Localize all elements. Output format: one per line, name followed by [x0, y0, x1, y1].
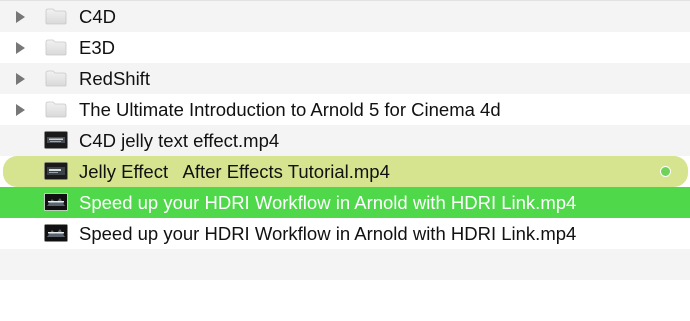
- disclosure-triangle-icon[interactable]: [16, 72, 25, 85]
- folder-icon: [45, 101, 67, 118]
- file-list: C4D E3D RedShift The Ultimate Introducti…: [0, 0, 690, 321]
- list-item-file[interactable]: C4D jelly text effect.mp4: [0, 125, 690, 156]
- video-thumbnail-icon: [44, 224, 68, 242]
- disclosure-triangle-icon[interactable]: [16, 41, 25, 54]
- folder-icon: [45, 8, 67, 25]
- file-name: Speed up your HDRI Workflow in Arnold wi…: [79, 192, 577, 213]
- file-name: RedShift: [79, 68, 150, 89]
- empty-row: [0, 280, 690, 311]
- file-name: E3D: [79, 37, 115, 58]
- list-item-file[interactable]: Speed up your HDRI Workflow in Arnold wi…: [0, 187, 690, 218]
- list-item-folder[interactable]: RedShift: [0, 63, 690, 94]
- video-thumbnail-icon: [44, 131, 68, 149]
- folder-icon: [45, 70, 67, 87]
- list-item-file[interactable]: Jelly Effect After Effects Tutorial.mp4: [3, 156, 688, 187]
- file-name: Jelly Effect After Effects Tutorial.mp4: [79, 161, 390, 182]
- folder-icon: [45, 39, 67, 56]
- file-name: The Ultimate Introduction to Arnold 5 fo…: [79, 99, 501, 120]
- file-name: Speed up your HDRI Workflow in Arnold wi…: [79, 223, 577, 244]
- list-item-folder[interactable]: C4D: [0, 1, 690, 32]
- empty-row: [0, 249, 690, 280]
- file-name: C4D jelly text effect.mp4: [79, 130, 280, 151]
- disclosure-triangle-icon[interactable]: [16, 103, 25, 116]
- list-item-folder[interactable]: E3D: [0, 32, 690, 63]
- video-thumbnail-icon: [44, 193, 68, 211]
- list-item-folder[interactable]: The Ultimate Introduction to Arnold 5 fo…: [0, 94, 690, 125]
- file-name: C4D: [79, 6, 117, 27]
- disclosure-triangle-icon[interactable]: [16, 10, 25, 23]
- list-item-file[interactable]: Speed up your HDRI Workflow in Arnold wi…: [0, 218, 690, 249]
- green-tag-icon: [660, 166, 671, 177]
- video-thumbnail-icon: [44, 162, 68, 180]
